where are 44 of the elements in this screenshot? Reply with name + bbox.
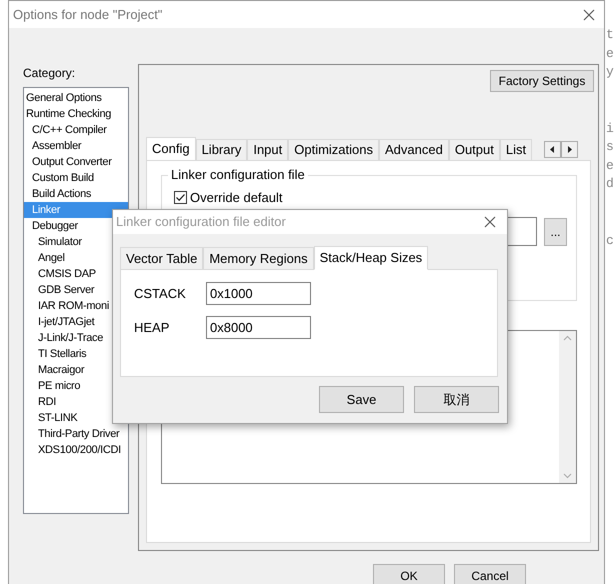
checkbox[interactable] <box>174 191 187 204</box>
tab[interactable]: Memory Regions <box>203 247 314 269</box>
dialog-button[interactable]: OK <box>373 564 445 584</box>
close-icon[interactable] <box>583 8 595 20</box>
field-label: CSTACK <box>134 284 187 303</box>
group-title: Linker configuration file <box>168 167 308 183</box>
factory-settings-button[interactable]: Factory Settings <box>490 70 594 92</box>
tab[interactable]: Stack/Heap Sizes <box>314 246 428 270</box>
tab[interactable]: Advanced <box>379 139 449 160</box>
code-text: d <box>606 175 614 193</box>
tree-item[interactable]: XDS100/200/ICDI <box>24 442 128 458</box>
tab[interactable]: List <box>500 139 532 160</box>
tab[interactable]: Vector Table <box>120 247 204 269</box>
input-field[interactable]: 0x8000 <box>206 316 311 339</box>
category-label: Category: <box>23 65 76 81</box>
tab[interactable]: Optimizations <box>288 139 379 160</box>
code-text: e <box>606 44 614 62</box>
tab[interactable]: Config <box>146 137 196 161</box>
tree-item[interactable]: Runtime Checking <box>24 106 128 122</box>
tree-item[interactable]: Third-Party Driver <box>24 426 128 442</box>
dialog-button[interactable]: Save <box>319 386 404 413</box>
checkbox-label: Override default <box>190 190 282 205</box>
tree-item[interactable]: Output Converter <box>24 154 128 170</box>
close-icon[interactable] <box>484 216 496 228</box>
tab[interactable]: Input <box>247 139 288 160</box>
code-text: i <box>606 120 614 138</box>
code-text: s <box>606 138 614 156</box>
tree-item[interactable]: General Options <box>24 90 128 106</box>
code-text: t <box>606 26 614 44</box>
tree-item[interactable]: C/C++ Compiler <box>24 122 128 138</box>
code-text: e <box>606 156 614 174</box>
dialog-button[interactable]: Cancel <box>454 564 526 584</box>
code-text: y <box>606 63 614 81</box>
code-text: c <box>606 232 614 250</box>
tab[interactable]: Output <box>448 139 500 160</box>
tree-item[interactable]: Assembler <box>24 138 128 154</box>
browse-button[interactable]: ... <box>544 218 567 246</box>
tab[interactable]: Library <box>196 139 248 160</box>
tree-item[interactable]: Custom Build <box>24 170 128 186</box>
dialog-button[interactable]: 取消 <box>414 386 499 413</box>
window-title: Options for node "Project" <box>13 6 162 24</box>
tree-item[interactable]: Build Actions <box>24 186 128 202</box>
field-label: HEAP <box>134 318 170 337</box>
input-field[interactable]: 0x1000 <box>206 282 311 305</box>
